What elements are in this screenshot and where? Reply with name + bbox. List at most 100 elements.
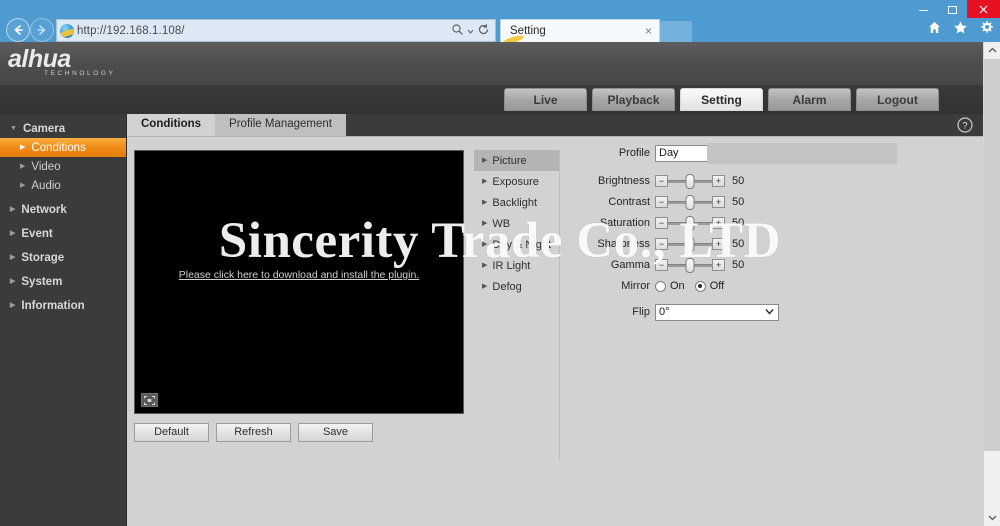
slider-control[interactable]: − +50 — [655, 236, 745, 252]
sidebar-item-event[interactable]: ▶ Event — [0, 224, 126, 243]
submenu-item-ir-light[interactable]: ▶ IR Light — [474, 255, 559, 276]
sidebar-item-video[interactable]: ▶ Video — [0, 157, 126, 176]
sidebar-item-audio[interactable]: ▶ Audio — [0, 176, 126, 195]
slider-control[interactable]: − +50 — [655, 173, 744, 189]
tab-close-icon[interactable]: × — [645, 24, 655, 38]
page-scrollbar[interactable] — [983, 42, 1000, 526]
decrement-button[interactable]: − — [655, 259, 668, 271]
slider-track[interactable] — [668, 173, 712, 189]
slider-control[interactable]: − +50 — [655, 257, 744, 273]
logo-subtext: TECHNOLOGY — [44, 70, 116, 77]
decrement-button[interactable]: − — [655, 238, 668, 250]
slider-track[interactable] — [668, 215, 712, 231]
question-mark-icon[interactable]: ? — [957, 117, 973, 138]
submenu-item-label: Exposure — [492, 175, 539, 188]
nav-tab-playback[interactable]: Playback — [592, 88, 675, 111]
submenu-item-exposure[interactable]: ▶ Exposure — [474, 171, 559, 192]
new-tab-button[interactable] — [660, 21, 692, 42]
sidebar-item-system[interactable]: ▶ System — [0, 272, 126, 291]
decrement-button[interactable]: − — [655, 217, 668, 229]
nav-tab-setting[interactable]: Setting — [680, 88, 763, 111]
mirror-off-radio[interactable] — [694, 280, 706, 292]
back-button[interactable] — [6, 18, 30, 42]
increment-button[interactable]: + — [712, 259, 725, 271]
plugin-download-link[interactable]: Please click here to download and instal… — [135, 269, 463, 281]
address-bar[interactable]: http://192.168.1.108/ — [56, 19, 496, 42]
slider-control[interactable]: − +50 — [655, 194, 744, 210]
browser-tab-setting[interactable]: Setting × — [500, 19, 660, 42]
sidebar-item-information[interactable]: ▶ Information — [0, 296, 126, 315]
maximize-button[interactable] — [938, 0, 967, 18]
video-preview[interactable]: Please click here to download and instal… — [134, 150, 464, 414]
tab-profile-management[interactable]: Profile Management — [215, 114, 346, 136]
mirror-on-radio[interactable] — [655, 280, 666, 292]
close-button[interactable] — [967, 0, 1000, 18]
slider-label: Contrast — [608, 196, 650, 208]
slider-track[interactable] — [668, 257, 712, 273]
mirror-on-label: On — [670, 280, 685, 292]
scroll-up-arrow-icon[interactable] — [984, 42, 1000, 59]
default-button[interactable]: Default — [134, 423, 209, 442]
slider-control[interactable]: − +50 — [655, 215, 745, 231]
star-icon[interactable] — [953, 20, 968, 35]
caret-right-icon: ▶ — [482, 157, 488, 164]
submenu-item-wb[interactable]: ▶ WB — [474, 213, 559, 234]
slider-value: 50 — [732, 238, 745, 250]
slider-knob[interactable] — [685, 173, 695, 189]
slider-label: Gamma — [610, 259, 650, 271]
address-input[interactable]: http://192.168.1.108/ — [77, 25, 451, 37]
sidebar-item-network[interactable]: ▶ Network — [0, 200, 126, 219]
site-header: alhua TECHNOLOGY — [0, 42, 983, 85]
search-icon[interactable] — [451, 23, 464, 38]
submenu-item-backlight[interactable]: ▶ Backlight — [474, 192, 559, 213]
slider-track[interactable] — [668, 236, 712, 252]
mirror-label: Mirror — [621, 280, 650, 292]
slider-knob[interactable] — [685, 257, 695, 273]
sidebar-item-conditions[interactable]: ▶ Conditions — [0, 138, 126, 157]
submenu-item-day-night[interactable]: ▶ Day & Night — [474, 234, 559, 255]
sidebar-item-camera[interactable]: ▼ Camera — [0, 119, 126, 138]
flip-select[interactable]: 0° — [655, 303, 779, 321]
refresh-button[interactable]: Refresh — [216, 423, 291, 442]
submenu-item-defog[interactable]: ▶ Defog — [474, 276, 559, 297]
profile-row: Profile Day — [577, 143, 927, 164]
home-icon[interactable] — [927, 20, 942, 35]
minimize-button[interactable] — [909, 0, 938, 18]
picture-controls: Profile Day Brightness − +50 Contrast − +50 Sa… — [577, 143, 927, 323]
chevron-down-icon[interactable] — [467, 25, 474, 37]
sidebar-item-storage[interactable]: ▶ Storage — [0, 248, 126, 267]
slider-knob[interactable] — [685, 194, 695, 210]
nav-tab-live[interactable]: Live — [504, 88, 587, 111]
browser-toolbar-icons — [927, 20, 994, 35]
nav-tab-logout[interactable]: Logout — [856, 88, 939, 111]
slider-row-sharpness: Sharpness − +50 — [577, 234, 927, 254]
caret-right-icon: ▶ — [10, 230, 16, 237]
slider-knob[interactable] — [685, 215, 695, 231]
nav-tab-alarm[interactable]: Alarm — [768, 88, 851, 111]
refresh-icon[interactable] — [477, 23, 490, 38]
gear-icon[interactable] — [979, 20, 994, 35]
slider-track[interactable] — [668, 194, 712, 210]
profile-label: Profile — [618, 147, 650, 159]
slider-knob[interactable] — [685, 236, 695, 252]
scroll-down-arrow-icon[interactable] — [984, 509, 1000, 526]
fullscreen-icon[interactable] — [141, 393, 158, 407]
submenu-item-label: Backlight — [492, 196, 538, 209]
sidebar-item-label: Network — [21, 203, 67, 216]
increment-button[interactable]: + — [712, 217, 725, 229]
top-navigation: Live Playback Setting Alarm Logout — [0, 85, 983, 114]
slider-value: 50 — [732, 217, 745, 229]
increment-button[interactable]: + — [712, 196, 725, 208]
submenu-item-picture[interactable]: ▶ Picture — [474, 150, 559, 171]
tab-conditions[interactable]: Conditions — [127, 114, 216, 136]
increment-button[interactable]: + — [712, 175, 725, 187]
increment-button[interactable]: + — [712, 238, 725, 250]
nav-tabs: Live Playback Setting Alarm Logout — [504, 88, 939, 111]
caret-right-icon: ▶ — [10, 206, 16, 213]
scrollbar-thumb[interactable] — [984, 59, 1000, 451]
save-button[interactable]: Save — [298, 423, 373, 442]
forward-button[interactable] — [30, 18, 54, 42]
decrement-button[interactable]: − — [655, 196, 668, 208]
caret-right-icon: ▶ — [482, 283, 488, 290]
decrement-button[interactable]: − — [655, 175, 668, 187]
